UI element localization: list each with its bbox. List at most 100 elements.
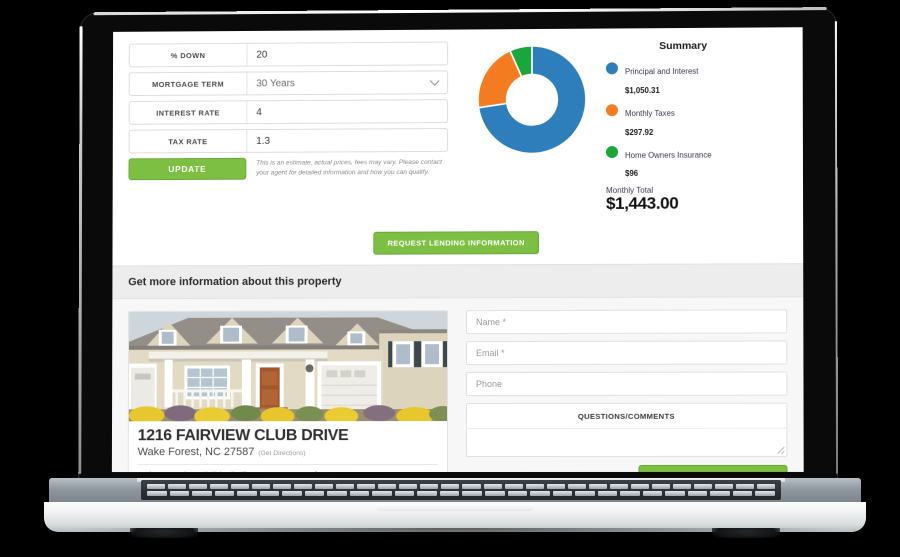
keyboard-key [710, 491, 730, 496]
keyboard-key [546, 484, 565, 489]
calc-label-interest-rate: INTEREST RATE [129, 101, 248, 124]
monthly-total-value: $1,443.00 [606, 193, 679, 214]
keyboard-key [620, 491, 640, 496]
property-photo [128, 311, 448, 422]
legend-amount-principal-interest: $1,050.31 [624, 85, 660, 96]
laptop-front-notch [375, 504, 535, 511]
update-button[interactable]: UPDATE [128, 157, 247, 181]
lid-edge-highlight-top [93, 7, 827, 16]
stat-sqft-value: 1,857 [323, 470, 342, 472]
keyboard-key [237, 491, 257, 496]
keyboard-key [336, 484, 355, 489]
laptop-drop-shadow [70, 528, 840, 540]
property-text: 1216 FAIRVIEW CLUB DRIVE Wake Forest, NC… [129, 421, 447, 458]
calc-row-interest-rate: INTEREST RATE 4 [128, 99, 449, 125]
keyboard-key [651, 484, 670, 489]
phone-field[interactable]: Phone [466, 371, 788, 396]
property-card: 1216 FAIRVIEW CLUB DRIVE Wake Forest, NC… [127, 310, 449, 473]
keyboard-key [525, 484, 544, 489]
mortgage-calculator-section: % DOWN 20 MORTGAGE TERM 30 Years INTERES… [113, 27, 804, 225]
keyboard-key [304, 491, 325, 496]
keyboard-key [642, 491, 663, 496]
keyboard-key [504, 484, 523, 489]
house-illustration [128, 311, 448, 422]
calc-row-tax-rate: TAX RATE 1.3 [128, 128, 449, 154]
summary-section: Summary Principal and Interest $1,050.31 [448, 39, 787, 213]
keyboard-key [483, 484, 502, 489]
keyboard-key [597, 491, 618, 496]
legend-label-principal-interest: Principal and Interest [624, 66, 699, 77]
keyboard-key [378, 484, 397, 489]
submit-row: SUBMIT [466, 465, 788, 473]
tax-rate-input[interactable]: 1.3 [247, 129, 447, 152]
property-stats-row: Beds: 3 Baths: 2 (full) | 1 (half) [137, 464, 439, 473]
percent-down-input[interactable]: 20 [247, 43, 447, 66]
info-header-bar: Get more information about this property [112, 263, 804, 300]
keyboard-key [462, 491, 482, 496]
summary-title: Summary [659, 39, 708, 53]
keyboard-key [567, 484, 586, 489]
mortgage-term-selected-value: 30 Years [256, 77, 295, 89]
keyboard-key [168, 484, 187, 489]
stat-sqft-label: Sqft: [305, 470, 321, 472]
laptop-mockup: % DOWN 20 MORTGAGE TERM 30 Years INTERES… [0, 0, 900, 557]
legend-dot-orange [605, 103, 618, 116]
stat-acres-value: 0.01 [281, 470, 296, 472]
keyboard-key [609, 484, 628, 489]
get-directions-link[interactable]: (Get Directions) [258, 450, 305, 457]
keyboard-key [357, 484, 376, 489]
email-field[interactable]: Email * [466, 340, 788, 365]
keyboard-key [147, 491, 167, 496]
lending-button-row: REQUEST LENDING INFORMATION [112, 222, 803, 265]
laptop-keyboard [141, 480, 781, 500]
keyboard-key [282, 491, 302, 496]
submit-button[interactable]: SUBMIT [638, 465, 788, 473]
mortgage-term-select[interactable]: 30 Years [247, 71, 447, 94]
keyboard-key [372, 491, 392, 496]
keyboard-key [665, 491, 685, 496]
calc-label-mortgage-term: MORTGAGE TERM [129, 72, 248, 96]
name-field[interactable]: Name * [466, 309, 788, 335]
resize-grip-icon[interactable] [777, 446, 785, 454]
calc-row-mortgage-term: MORTGAGE TERM 30 Years [128, 70, 449, 97]
legend-label-monthly-taxes: Monthly Taxes [625, 108, 675, 118]
stat-acres: Acres: 0.01 [257, 470, 295, 472]
summary-panel: Summary Principal and Interest $1,050.31 [596, 39, 787, 213]
keyboard-key [192, 491, 212, 496]
legend-dot-green [606, 145, 619, 158]
keyboard-key [273, 484, 292, 489]
property-address: 1216 FAIRVIEW CLUB DRIVE [137, 427, 349, 445]
request-lending-information-button[interactable]: REQUEST LENDING INFORMATION [373, 231, 539, 255]
calc-label-tax-rate: TAX RATE [129, 130, 248, 153]
keyboard-key [252, 484, 271, 489]
keyboard-key [169, 491, 190, 496]
keyboard-key [588, 484, 607, 489]
contact-form: Name * Email * Phone QUESTIONS/COMMENTS … [466, 309, 788, 473]
interest-rate-input[interactable]: 4 [247, 100, 447, 123]
keyboard-key [147, 484, 166, 489]
laptop-base [44, 478, 866, 540]
laptop-keyboard-deck [49, 478, 861, 504]
property-city-row: Wake Forest, NC 27587 (Get Directions) [138, 446, 438, 458]
keyboard-key [484, 491, 505, 496]
keyboard-key [259, 491, 280, 496]
questions-comments-textarea[interactable]: QUESTIONS/COMMENTS [466, 402, 788, 458]
lid-edge-highlight-right [834, 20, 839, 474]
keyboard-key [735, 484, 754, 489]
keyboard-key [672, 484, 691, 489]
stat-beds-value: 3 [159, 470, 163, 472]
keyboard-key [214, 491, 235, 496]
keyboard-key [294, 484, 313, 489]
legend-label-home-owners-insurance: Home Owners Insurance [625, 150, 712, 160]
keyboard-key [687, 491, 708, 496]
keyboard-key [552, 491, 573, 496]
keyboard-key [732, 491, 753, 496]
stat-baths-separator: | [220, 470, 222, 472]
keyboard-key [327, 491, 347, 496]
keyboard-key [189, 484, 208, 489]
keyboard-key [210, 484, 229, 489]
property-city-state-zip: Wake Forest, NC 27587 [137, 446, 255, 459]
stat-baths-full-value: 2 [197, 470, 201, 472]
keyboard-key [315, 484, 334, 489]
legend-item-monthly-taxes: Monthly Taxes $297.92 [605, 102, 787, 141]
